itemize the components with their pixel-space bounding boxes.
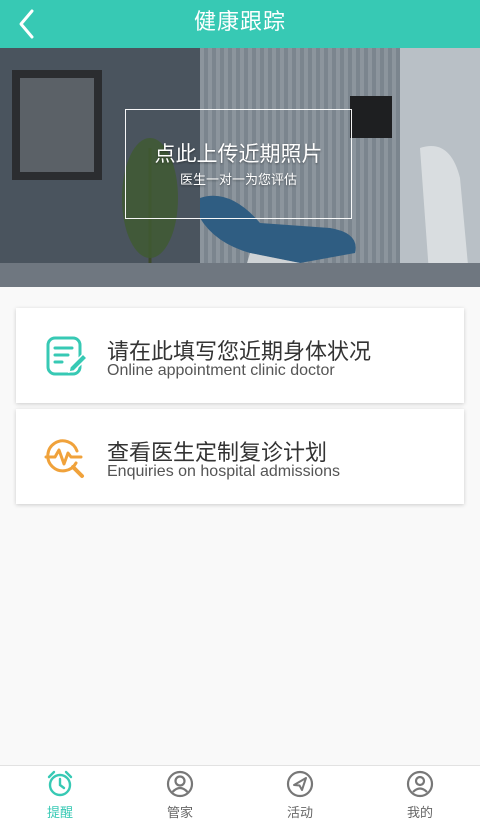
bottom-tab-bar: 提醒 管家 活动 我的 [0,765,480,824]
follow-up-plan-subtitle: Enquiries on hospital admissions [107,463,341,480]
health-status-card[interactable]: 请在此填写您近期身体状况 Online appointment clinic d… [16,308,464,403]
clinic-banner: 点此上传近期照片 医生一对一为您评估 [0,48,480,287]
search-pulse-icon [44,439,84,478]
tab-butler-label: 管家 [166,806,193,821]
tab-mine[interactable]: 我的 [360,766,480,824]
follow-up-plan-card[interactable]: 查看医生定制复诊计划 Enquiries on hospital admissi… [16,409,464,504]
tab-reminder-label: 提醒 [46,806,73,821]
content-area: 请在此填写您近期身体状况 Online appointment clinic d… [0,287,480,765]
tab-reminder[interactable]: 提醒 [0,766,120,824]
top-navigation-bar: 健康跟踪 [0,0,480,48]
page-title: 健康跟踪 [193,10,286,35]
user-circle-icon [406,770,434,798]
alarm-clock-icon [47,770,73,797]
edit-document-icon [46,336,88,376]
tab-butler[interactable]: 管家 [120,766,240,824]
upload-photo-button[interactable]: 点此上传近期照片 医生一对一为您评估 [125,109,352,219]
paper-plane-icon [286,770,314,798]
upload-photo-subtitle: 医生一对一为您评估 [179,173,297,188]
tab-activity-label: 活动 [286,806,313,821]
person-circle-icon [166,770,194,798]
tab-mine-label: 我的 [406,806,433,821]
tab-activity[interactable]: 活动 [240,766,360,824]
health-status-subtitle: Online appointment clinic doctor [107,362,335,379]
upload-photo-title: 点此上传近期照片 [154,142,323,166]
